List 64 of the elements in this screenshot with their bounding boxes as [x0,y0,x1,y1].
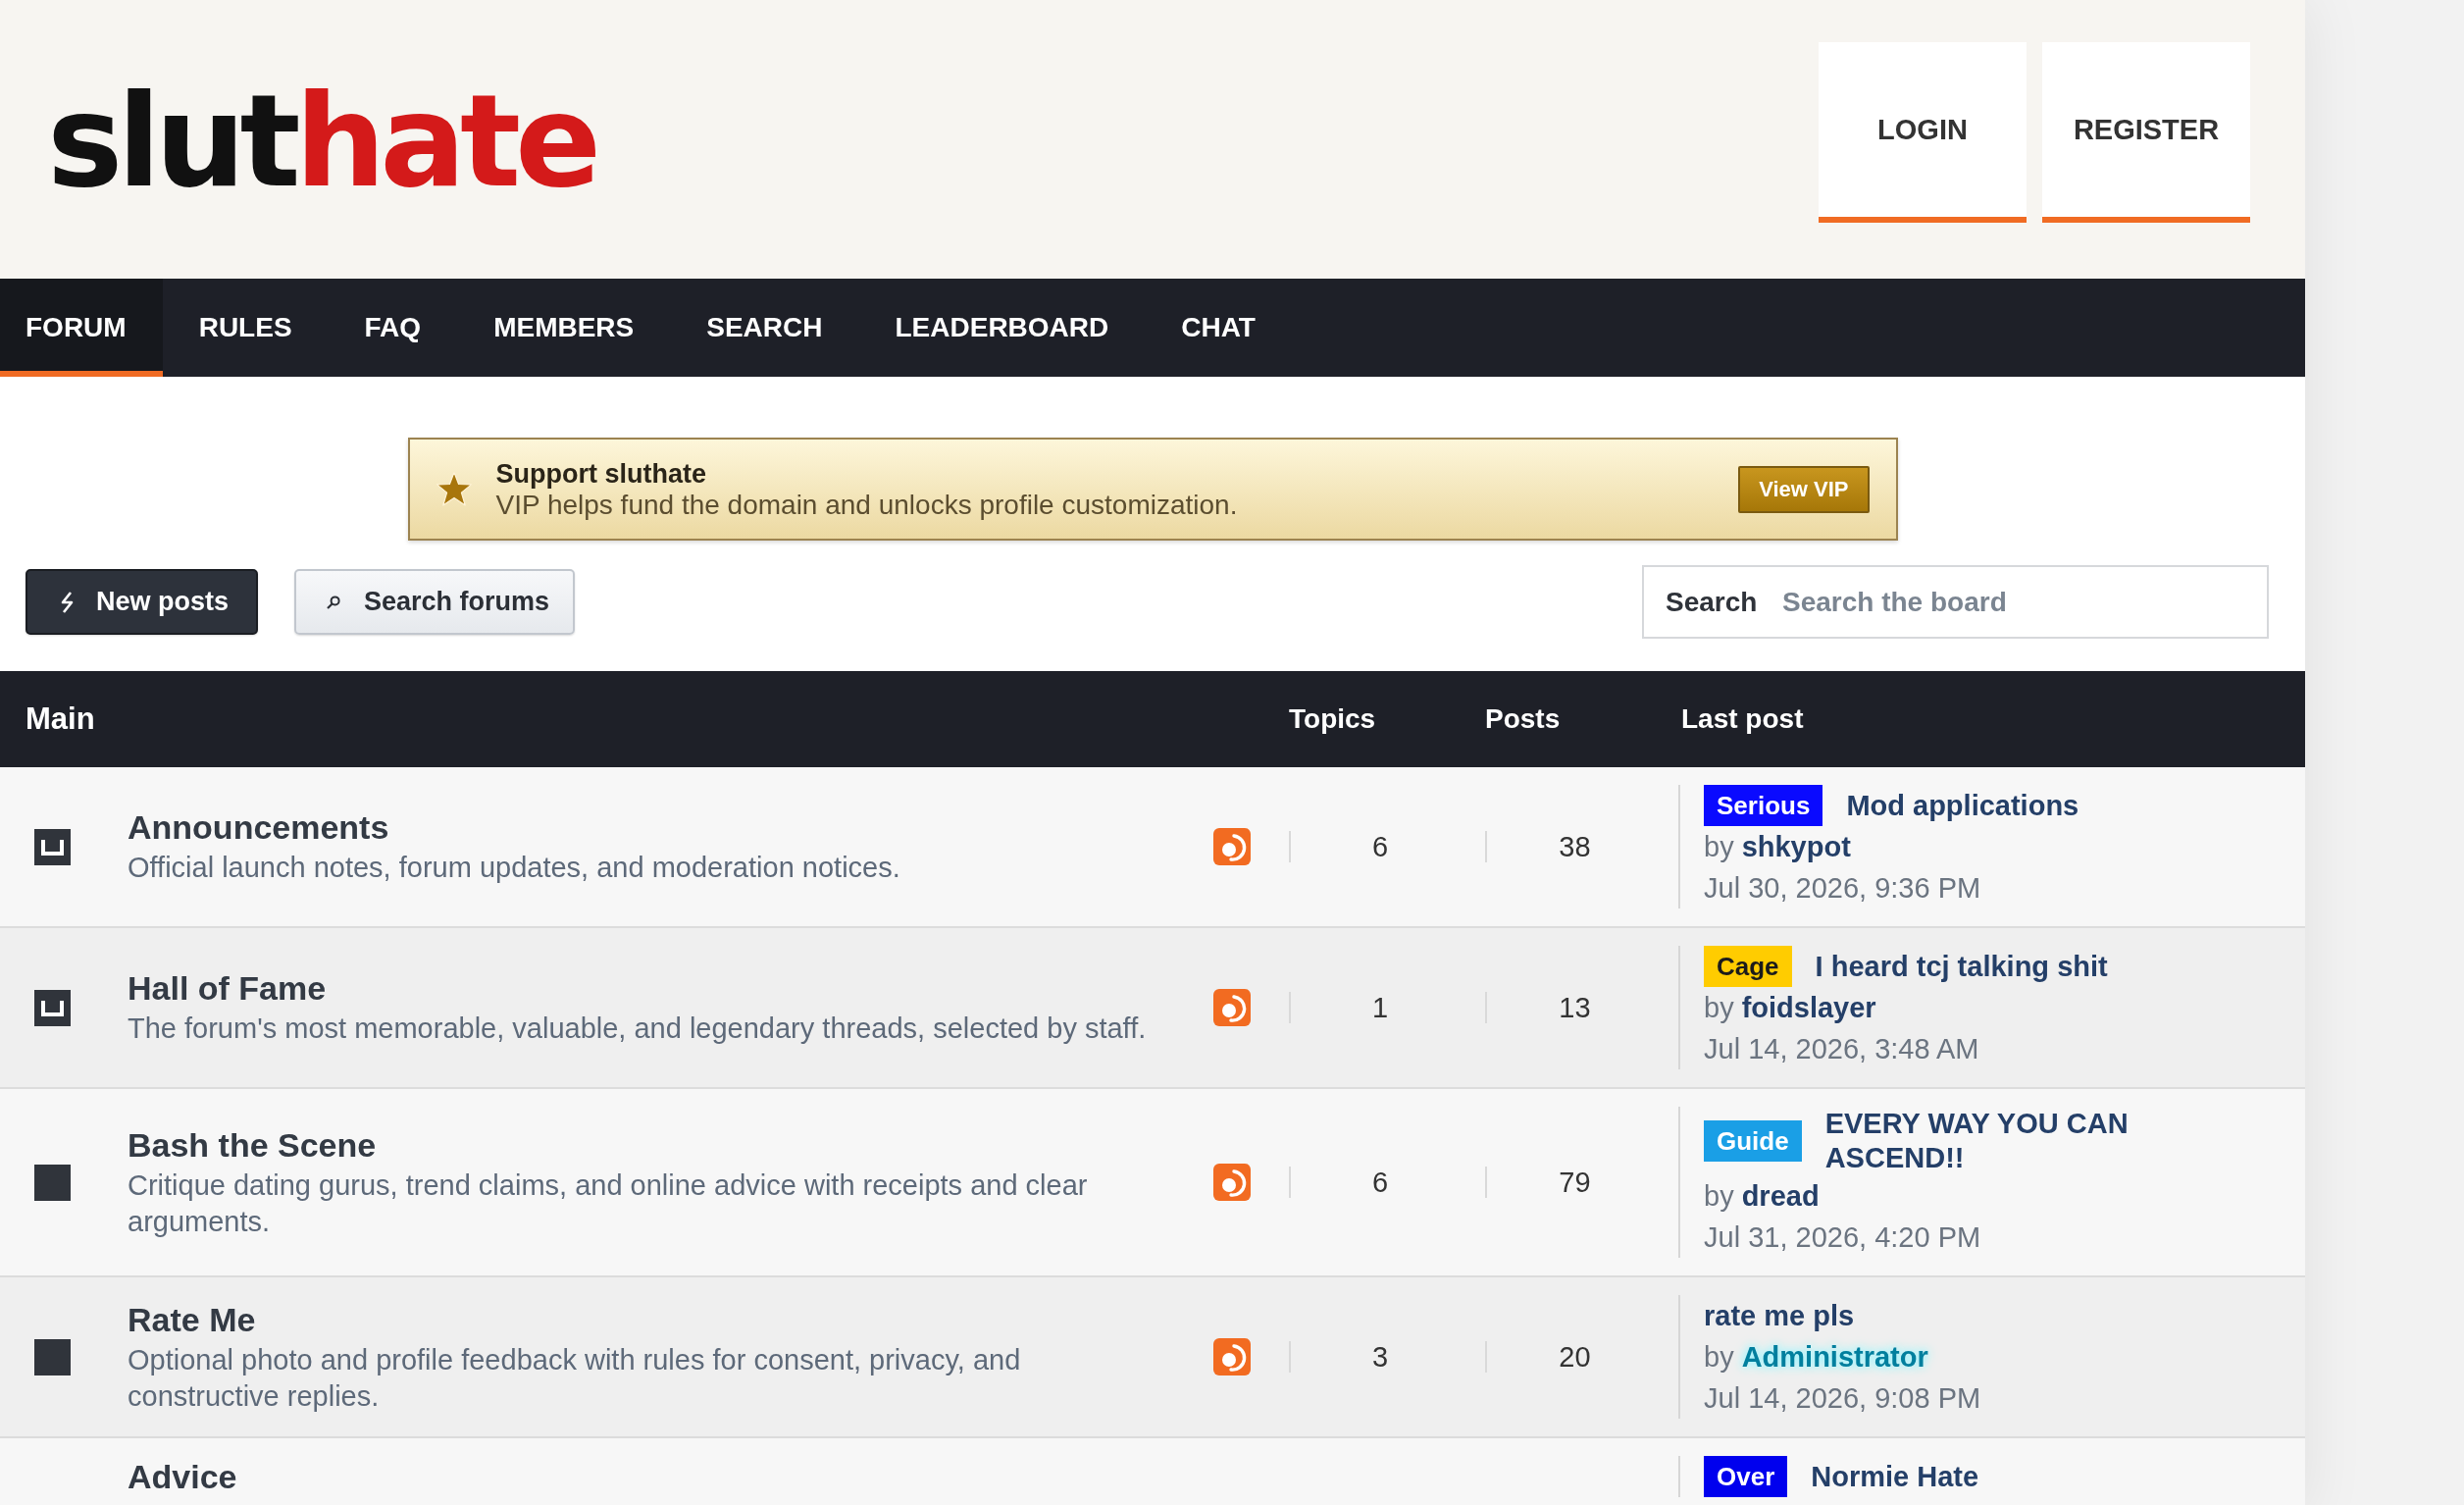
topic-count: 1 [1371,991,1389,1024]
star-icon [435,470,473,508]
nav-tab[interactable]: RULES [162,279,329,377]
nav-tab[interactable]: LEADERBOARD [858,279,1146,377]
by-label: by [1704,830,1734,864]
thread-tag: Serious [1704,785,1823,826]
column-header: Topics [1289,703,1376,735]
forum-title[interactable]: Rate Me [128,1299,256,1339]
thread-title-link[interactable]: Normie Hate [1811,1459,1979,1494]
author-link[interactable]: dread [1741,1175,1820,1217]
new-posts-button[interactable]: New posts [26,569,259,635]
author-link[interactable]: Administrator [1741,1336,1928,1377]
topic-count: 6 [1371,830,1389,863]
topic-count: 3 [1371,1340,1389,1374]
post-date: Jul 14, 2026, 9:08 PM [1704,1381,1981,1416]
feed-icon[interactable] [1213,989,1251,1026]
search-icon [327,595,341,609]
column-header: Posts [1485,703,1561,735]
nav-tab[interactable]: CHAT [1145,279,1292,377]
thread-tag: Guide [1704,1120,1802,1162]
lightning-icon [60,591,75,613]
thread-title-link[interactable]: rate me pls [1704,1298,1855,1333]
forum-description: Official launch notes, forum updates, and moderation notices. [128,851,900,885]
forum-title[interactable]: Announcements [128,807,389,847]
post-date: Jul 14, 2026, 3:48 AM [1704,1032,1979,1066]
thread-tag: Over [1704,1456,1788,1497]
column-header: Main [26,701,95,737]
register-button[interactable]: REGISTER [2042,42,2250,223]
forum-description: Critique dating gurus, trend claims, and online advice with receipts and clear arguments. [128,1168,1089,1239]
thread-title-link[interactable]: EVERY WAY YOU CAN ASCEND!! [1824,1107,2135,1175]
search-label: Search [1666,585,1758,619]
feed-icon[interactable] [1213,1164,1251,1201]
forum-description: The forum's most memorable, valuable, and legendary threads, selected by staff. [128,1012,1147,1046]
search-forums-button[interactable]: Search forums [294,569,576,635]
nav-tab[interactable]: MEMBERS [457,279,671,377]
login-button[interactable]: LOGIN [1819,42,2027,223]
banner-text: VIP helps fund the domain and unlocks profile customization. [495,489,1238,521]
post-date: Jul 31, 2026, 4:20 PM [1704,1220,1981,1255]
post-count: 38 [1559,830,1591,863]
forum-title[interactable]: Advice [128,1457,237,1496]
feed-icon[interactable] [1213,1338,1251,1375]
post-count: 79 [1559,1166,1591,1199]
author-link[interactable]: shkypot [1741,826,1851,867]
site-logo[interactable]: sluthate [47,78,596,205]
thread-title-link[interactable]: Mod applications [1846,788,2079,823]
thread-tag: Cage [1704,946,1792,987]
by-label: by [1704,991,1734,1025]
feed-icon[interactable] [1213,828,1251,865]
nav-tab[interactable]: SEARCH [670,279,859,377]
forum-description: Optional photo and profile feedback with rules for consent, privacy, and constructive replies. [128,1342,1022,1414]
forum-title[interactable]: Hall of Fame [128,968,327,1008]
topic-count: 6 [1371,1166,1389,1199]
banner-title: Support sluthate [495,457,706,490]
by-label: by [1704,1179,1734,1214]
nav-tab[interactable]: FAQ [328,279,458,377]
author-link[interactable]: foidslayer [1741,987,1876,1028]
thread-title-link[interactable]: I heard tcj talking shit [1815,949,2108,984]
post-date: Jul 30, 2026, 9:36 PM [1704,871,1981,906]
post-count: 20 [1559,1340,1591,1374]
post-count: 13 [1559,991,1591,1024]
nav-tab[interactable]: FORUM [0,279,163,377]
by-label: by [1704,1340,1734,1375]
forum-title[interactable]: Bash the Scene [128,1124,377,1165]
column-header: Last post [1680,703,1804,735]
